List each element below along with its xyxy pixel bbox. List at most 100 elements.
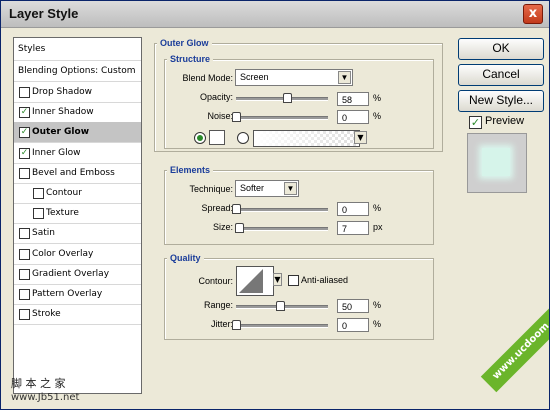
noise-unit: % (373, 111, 382, 121)
style-item-checkbox[interactable] (19, 167, 30, 179)
watermark-url: www.Jb51.net (11, 392, 80, 403)
radio-selected-dot (197, 135, 203, 141)
opacity-input[interactable]: 58 (337, 92, 369, 106)
size-slider[interactable] (236, 227, 328, 231)
style-item-pattern-overlay[interactable]: Pattern Overlay (14, 284, 141, 305)
technique-label: Technique: (189, 184, 233, 194)
style-item-color-overlay[interactable]: Color Overlay (14, 244, 141, 265)
gradient-fade (254, 131, 359, 146)
style-item-label: Drop Shadow (32, 87, 93, 97)
style-item-outer-glow[interactable]: ✓ Outer Glow (14, 122, 141, 144)
style-item-checkbox[interactable] (19, 248, 30, 260)
style-item-gradient-overlay[interactable]: Gradient Overlay (14, 264, 141, 285)
blend-mode-value: Screen (240, 72, 269, 82)
style-item-inner-shadow[interactable]: ✓ Inner Shadow (14, 102, 141, 124)
style-item-inner-glow[interactable]: ✓ Inner Glow (14, 143, 141, 164)
range-unit: % (373, 300, 382, 310)
style-item-texture[interactable]: Texture (14, 203, 141, 225)
style-item-stroke[interactable]: Stroke (14, 304, 141, 326)
jitter-slider[interactable] (236, 324, 328, 328)
style-item-checkbox[interactable] (19, 228, 30, 240)
technique-select[interactable]: Softer ▼ (235, 180, 299, 197)
style-item-label: Outer Glow (32, 127, 90, 138)
style-item-label: Gradient Overlay (32, 268, 110, 279)
contour-chevron-down-icon[interactable]: ▼ (273, 273, 282, 286)
spread-label: Spread: (201, 203, 233, 213)
spread-input[interactable]: 0 (337, 202, 369, 216)
gradient-radio[interactable] (237, 132, 249, 144)
contour-label: Contour: (198, 276, 233, 286)
blending-options-item[interactable]: Blending Options: Custom (14, 61, 141, 82)
opacity-label: Opacity: (199, 92, 233, 102)
panel-title: Outer Glow (157, 38, 212, 48)
jitter-label: Jitter: (210, 319, 233, 329)
opacity-slider[interactable] (236, 97, 328, 101)
jitter-unit: % (373, 319, 382, 329)
blend-mode-label: Blend Mode: (182, 73, 233, 83)
style-item-bevel-and-emboss[interactable]: Bevel and Emboss (14, 163, 141, 184)
style-item-checkbox[interactable]: ✓ (19, 107, 30, 119)
size-unit: px (373, 222, 383, 232)
spread-slider[interactable] (236, 208, 328, 212)
size-slider-handle[interactable] (234, 223, 244, 233)
style-item-contour[interactable]: Contour (14, 183, 141, 204)
noise-slider[interactable] (236, 116, 328, 120)
range-input[interactable]: 50 (337, 299, 369, 313)
cancel-button[interactable]: Cancel (458, 64, 544, 86)
chevron-down-icon: ▼ (284, 182, 297, 195)
range-slider-handle[interactable] (276, 301, 285, 311)
jitter-slider-handle[interactable] (232, 320, 241, 330)
layer-style-dialog: Layer Style x Styles Blending Options: C… (0, 0, 550, 410)
spread-slider-handle[interactable] (232, 204, 241, 214)
new-style-button[interactable]: New Style... (458, 90, 544, 112)
technique-value: Softer (240, 183, 265, 193)
style-item-checkbox[interactable]: ✓ (19, 127, 30, 139)
style-item-drop-shadow[interactable]: Drop Shadow (14, 82, 141, 103)
glow-color-swatch[interactable] (209, 130, 225, 145)
style-item-checkbox[interactable]: ✓ (19, 147, 30, 159)
anti-aliased-checkbox[interactable] (288, 275, 299, 286)
size-label: Size: (212, 222, 233, 232)
style-item-checkbox[interactable] (19, 87, 30, 98)
style-preview-thumbnail (467, 133, 527, 193)
style-item-checkbox[interactable] (33, 188, 44, 199)
glow-gradient-picker[interactable] (253, 130, 360, 147)
noise-label: Noise: (207, 111, 233, 121)
style-item-label: Inner Glow (32, 147, 81, 158)
opacity-unit: % (373, 93, 382, 103)
structure-label: Structure (167, 54, 214, 64)
style-item-checkbox[interactable] (19, 309, 30, 321)
ok-button[interactable]: OK (458, 38, 544, 60)
style-item-checkbox[interactable] (19, 289, 30, 300)
style-item-label: Satin (32, 228, 55, 239)
styles-header-label: Styles (18, 44, 46, 54)
gradient-chevron-down-icon[interactable]: ▼ (354, 131, 367, 144)
style-item-checkbox[interactable] (19, 268, 30, 280)
dialog-title: Layer Style (9, 6, 79, 21)
noise-input[interactable]: 0 (337, 110, 369, 124)
range-label: Range: (203, 300, 233, 310)
blending-options-label: Blending Options: Custom (18, 66, 136, 76)
style-item-label: Stroke (32, 309, 61, 320)
jitter-input[interactable]: 0 (337, 318, 369, 332)
style-item-label: Color Overlay (32, 248, 94, 259)
style-item-satin[interactable]: Satin (14, 223, 141, 245)
styles-header[interactable]: Styles (14, 38, 141, 61)
anti-aliased-label: Anti-aliased (301, 275, 349, 285)
title-bar[interactable]: Layer Style x (1, 1, 549, 28)
style-item-label: Contour (46, 188, 82, 198)
opacity-slider-handle[interactable] (283, 93, 293, 103)
watermark-cn: 脚 本 之 家 (11, 377, 66, 390)
style-item-label: Texture (46, 208, 79, 219)
size-input[interactable]: 7 (337, 221, 369, 235)
chevron-down-icon: ▼ (338, 71, 351, 84)
style-item-label: Pattern Overlay (32, 289, 103, 299)
contour-picker[interactable] (236, 266, 274, 296)
solid-color-radio[interactable] (194, 132, 206, 144)
noise-slider-handle[interactable] (232, 112, 241, 122)
preview-checkbox[interactable]: ✓ (469, 116, 482, 129)
blend-mode-select[interactable]: Screen ▼ (235, 69, 353, 86)
elements-label: Elements (167, 165, 214, 175)
style-item-checkbox[interactable] (33, 208, 44, 220)
close-button[interactable]: x (523, 4, 543, 24)
